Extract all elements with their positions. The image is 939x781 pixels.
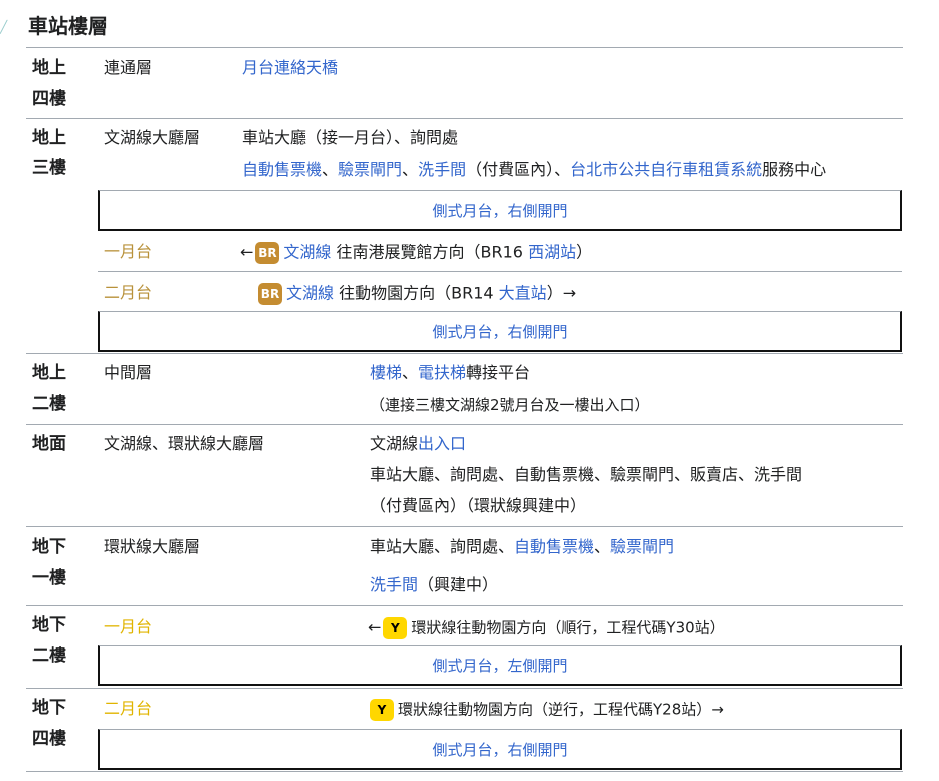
platform-direction: ← BR 文湖線 往南港展覽館方向（BR16 西湖站） (240, 242, 592, 264)
platform-label: 一月台 (104, 242, 153, 261)
level-facilities: 自動售票機、驗票閘門、洗手間（付費區內）、台北市公共自行車租賃系統服務中心 (242, 160, 826, 180)
floor-label: 地下 (32, 615, 66, 635)
divider (26, 605, 903, 606)
divider (26, 118, 903, 119)
exit-link[interactable]: 出入口 (418, 434, 466, 453)
platform-door-text: 側式月台，右側開門 (432, 201, 568, 220)
divider (26, 771, 903, 772)
level-description: 車站大廳（接一月台）、詢問處 (242, 128, 459, 147)
decorative-mark: ╱ (0, 20, 8, 34)
floor-label: 地面 (32, 434, 66, 454)
stairs-link[interactable]: 樓梯 (370, 363, 402, 382)
platform-direction: ← Y 環狀線往動物園方向（順行，工程代碼Y30站） (368, 617, 725, 639)
platform-label: 一月台 (104, 617, 153, 636)
level-name: 文湖線、環狀線大廳層 (104, 434, 265, 453)
platform-box: 側式月台，右側開門 (98, 190, 902, 231)
floor-label: 地上 (32, 128, 66, 148)
ticket-machine-link[interactable]: 自動售票機 (242, 160, 322, 179)
divider (26, 424, 903, 425)
direction-end: ）→ (546, 283, 577, 303)
divider (26, 688, 903, 689)
note-tail: （興建中） (418, 575, 499, 594)
floor-label: 地上 (32, 363, 66, 383)
level-facilities: 車站大廳、詢問處、自動售票機、驗票閘門、販賣店、洗手間 (370, 465, 803, 484)
level-description: 車站大廳、詢問處、自動售票機、驗票閘門 (370, 537, 674, 557)
arrow-left-icon: ← (368, 617, 382, 637)
restroom-link[interactable]: 洗手間 (370, 575, 418, 594)
level-description: 樓梯、電扶梯轉接平台 (370, 363, 530, 383)
gate-link[interactable]: 驗票閘門 (338, 160, 402, 179)
ticket-machine-link[interactable]: 自動售票機 (514, 537, 594, 556)
line-name: 文湖線 (370, 434, 419, 453)
divider (98, 271, 902, 272)
level-note: （連接三樓文湖線2號月台及一樓出入口） (370, 396, 650, 414)
y-line-badge-icon: Y (370, 699, 394, 721)
level-name: 連通層 (104, 58, 153, 77)
escalator-link[interactable]: 電扶梯 (418, 363, 466, 382)
level-note: （付費區內）（環狀線興建中） (370, 496, 587, 515)
wenhu-line-link[interactable]: 文湖線 (286, 284, 334, 303)
gate-link[interactable]: 驗票閘門 (610, 537, 674, 556)
floor-label: 地下 (32, 537, 66, 557)
level-name: 環狀線大廳層 (104, 537, 201, 556)
level-note: 洗手間（興建中） (370, 575, 498, 595)
facility-note: （付費區內）、 (466, 160, 571, 179)
floor-label: 一樓 (32, 568, 66, 588)
level-name: 文湖線大廳層 (104, 128, 201, 147)
platform-door-text: 側式月台，右側開門 (432, 740, 568, 759)
facility-tail: 服務中心 (762, 160, 827, 179)
separator: 、 (594, 537, 611, 556)
direction-end: ） (576, 242, 593, 262)
station-link[interactable]: 西湖站 (528, 243, 576, 262)
wenhu-line-link[interactable]: 文湖線 (283, 243, 331, 262)
page-title: 車站樓層 (28, 14, 108, 38)
restroom-link[interactable]: 洗手間 (418, 160, 466, 179)
platform-label: 二月台 (104, 283, 153, 302)
br-line-badge-icon: BR (255, 242, 280, 264)
level-name: 中間層 (104, 363, 153, 382)
br-line-badge-icon: BR (258, 283, 282, 305)
platform-label: 二月台 (104, 699, 153, 718)
description-tail: 轉接平台 (466, 363, 531, 382)
floor-label: 地上 (32, 58, 66, 78)
arrow-left-icon: ← (240, 242, 254, 262)
floor-label: 二樓 (32, 394, 66, 414)
direction-text: 往南港展覽館方向（BR16 (336, 242, 523, 262)
divider (26, 526, 903, 527)
separator: 、 (402, 363, 419, 382)
platform-door-text: 側式月台，左側開門 (432, 656, 568, 675)
description-text: 車站大廳、詢問處、 (370, 537, 515, 556)
separator: 、 (402, 160, 419, 179)
floor-label: 二樓 (32, 646, 66, 666)
floor-label: 四樓 (32, 89, 66, 109)
floor-label: 地下 (32, 698, 66, 718)
divider (26, 353, 903, 354)
floor-label: 三樓 (32, 158, 66, 178)
station-link[interactable]: 大直站 (499, 284, 547, 303)
direction-text: 往動物園方向（BR14 (339, 283, 494, 303)
level-description: 文湖線出入口 (370, 434, 466, 454)
platform-direction: Y 環狀線往動物園方向（逆行，工程代碼Y28站）→ (368, 699, 724, 721)
direction-text: 環狀線往動物園方向（逆行，工程代碼Y28站）→ (398, 700, 724, 719)
platform-box: 側式月台，右側開門 (98, 729, 902, 770)
separator: 、 (322, 160, 339, 179)
floor-label: 四樓 (32, 729, 66, 749)
bike-rental-link[interactable]: 台北市公共自行車租賃系統 (570, 160, 762, 179)
platform-box: 側式月台，右側開門 (98, 311, 902, 352)
platform-box: 側式月台，左側開門 (98, 645, 902, 686)
platform-direction: BR 文湖線 往動物園方向（BR14 大直站）→ (256, 283, 576, 305)
skybridge-link[interactable]: 月台連絡天橋 (242, 58, 338, 78)
divider (26, 47, 903, 48)
y-line-badge-icon: Y (383, 617, 408, 639)
platform-door-text: 側式月台，右側開門 (432, 322, 568, 341)
direction-text: 環狀線往動物園方向（順行，工程代碼Y30站） (411, 618, 725, 637)
